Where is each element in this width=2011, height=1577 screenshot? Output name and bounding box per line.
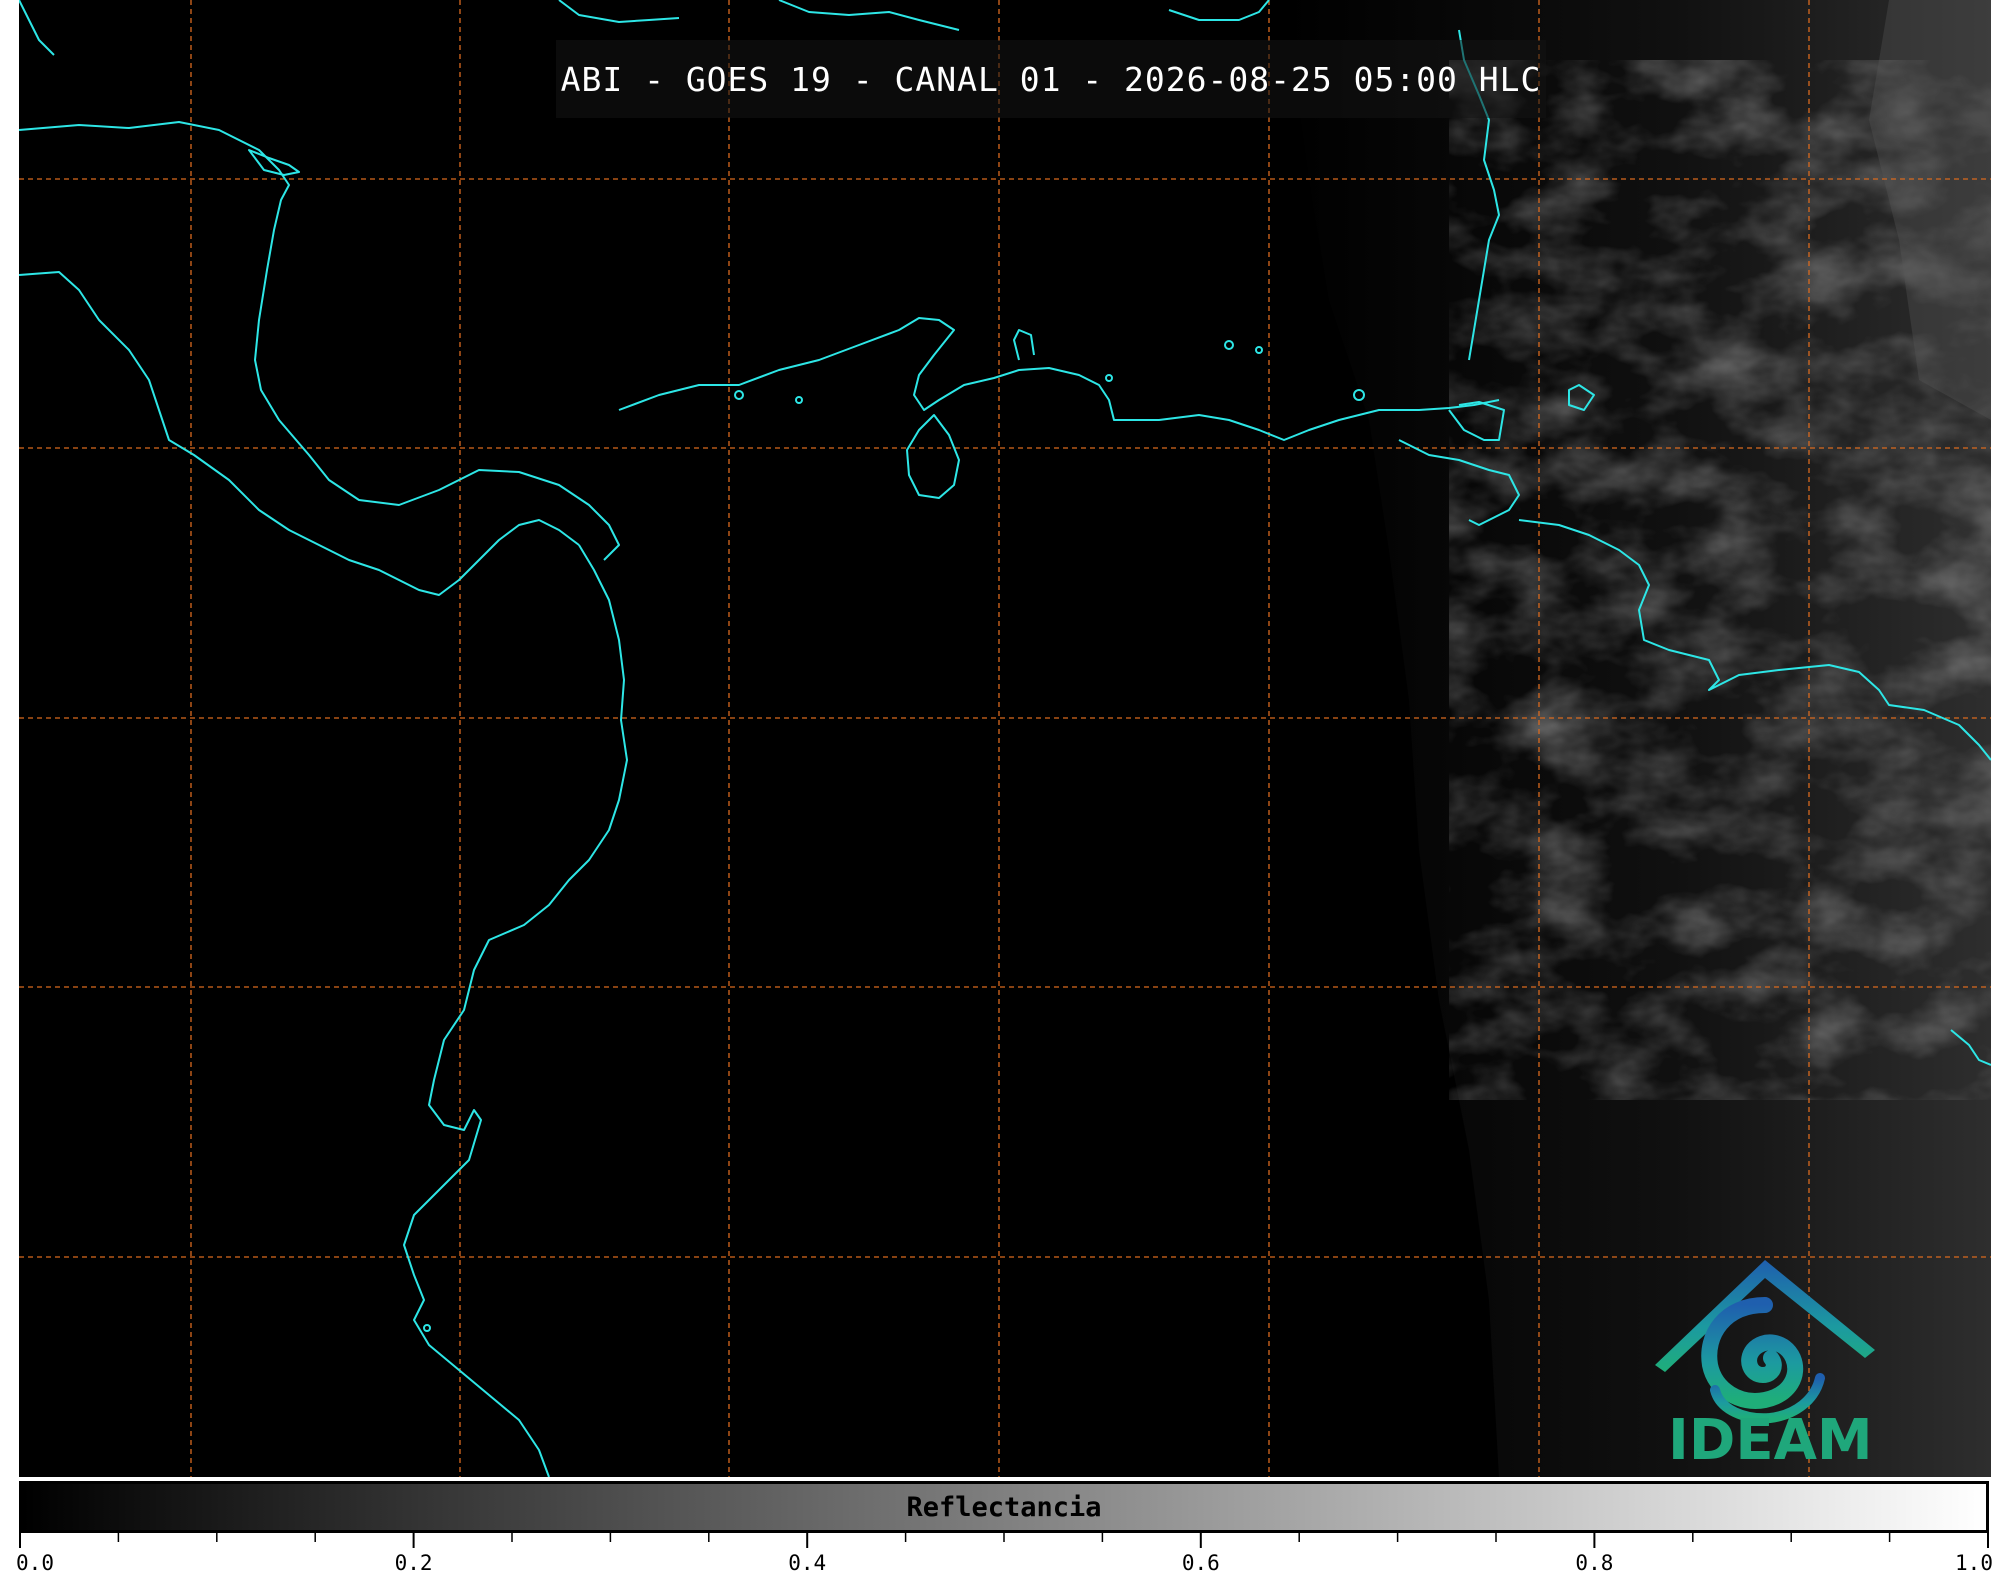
coastline-central-america — [19, 121, 620, 561]
map-title: ABI - GOES 19 - CANAL 01 - 2026-08-25 05… — [556, 40, 1546, 118]
coastline-puerto-rico — [1168, 0, 1270, 21]
island-gorgona — [423, 1324, 431, 1332]
coastline-jamaica — [248, 149, 300, 176]
colorbar-tick-label: 0.0 — [16, 1551, 54, 1575]
coastline-guajira — [1013, 329, 1035, 361]
island-aruba — [1105, 374, 1113, 382]
colorbar-label: Reflectancia — [906, 1491, 1102, 1523]
island-san-andres — [734, 390, 744, 400]
island-providencia — [795, 396, 803, 404]
island-bonaire — [1255, 346, 1263, 354]
colorbar-tick-label: 0.8 — [1575, 1551, 1614, 1575]
coastline-colombia-pacific — [403, 544, 628, 1477]
colorbar: Reflectancia 0.0 0.2 0.4 0.6 0.8 1.0 — [16, 1477, 1993, 1577]
colorbar-tick-label: 0.2 — [394, 1551, 433, 1575]
island-curacao — [1224, 340, 1234, 350]
colorbar-tick-label: 0.6 — [1181, 1551, 1220, 1575]
colorbar-tick-label: 0.4 — [788, 1551, 827, 1575]
ideam-logo-text: IDEAM — [1668, 1408, 1873, 1473]
colorbar-tick-label: 1.0 — [1955, 1551, 1993, 1575]
coastline-hispaniola — [778, 0, 960, 31]
coastline-maracaibo — [906, 414, 960, 499]
coastline-yucatan-west — [19, 0, 55, 56]
colorbar-ticks — [19, 1532, 1989, 1548]
coastline-cuba — [558, 0, 680, 23]
coastline-pacific-central-america — [19, 271, 580, 596]
